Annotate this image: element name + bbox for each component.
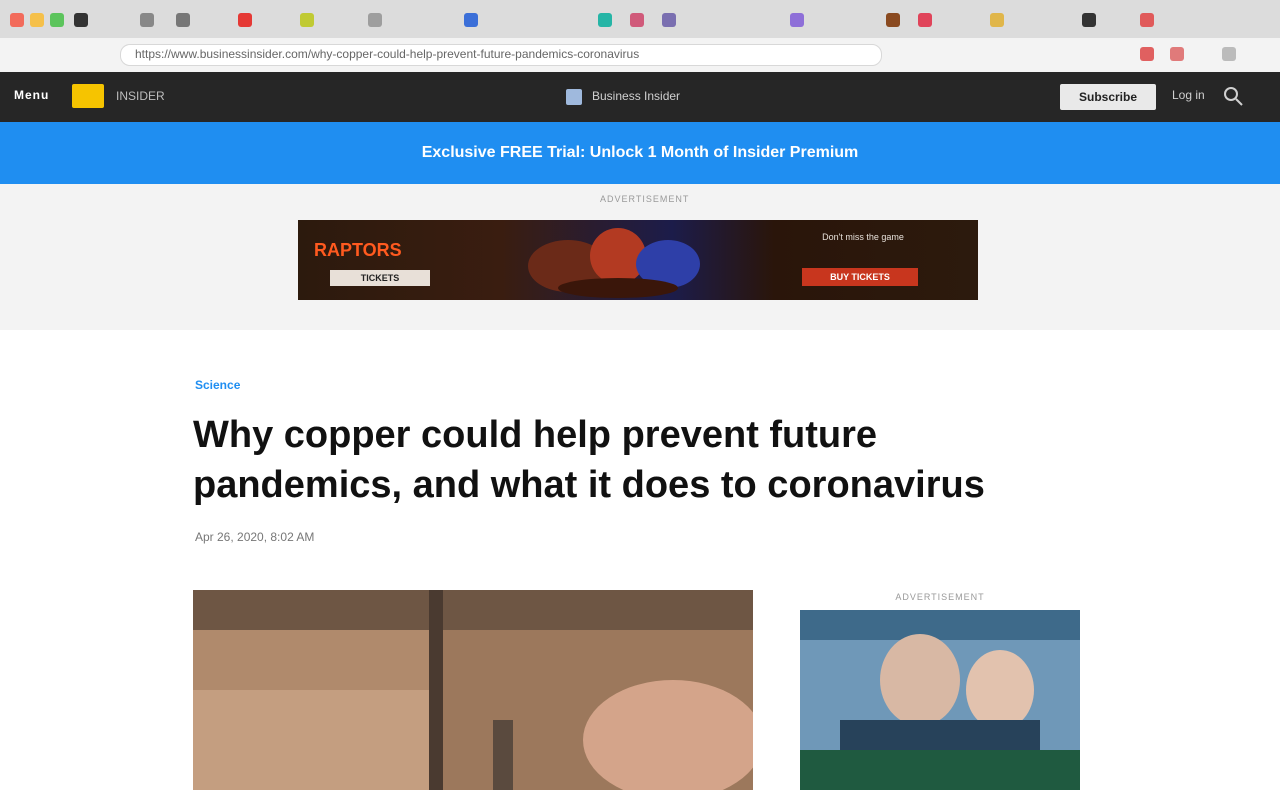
tab-favicon-icon[interactable] — [598, 13, 612, 27]
extension-icon[interactable] — [1170, 47, 1184, 61]
side-ad-label: ADVERTISEMENT — [895, 592, 985, 602]
article-hero-image — [193, 590, 753, 790]
close-window-icon[interactable] — [10, 13, 24, 27]
minimize-window-icon[interactable] — [30, 13, 44, 27]
ad-title: RAPTORS — [314, 240, 402, 260]
menu-button[interactable]: Menu — [14, 88, 49, 102]
tab-favicon-icon[interactable] — [140, 13, 154, 27]
promo-banner[interactable]: Exclusive FREE Trial: Unlock 1 Month of … — [0, 122, 1280, 184]
tab-favicon-icon[interactable] — [662, 13, 676, 27]
profile-icon[interactable] — [1222, 47, 1236, 61]
promo-text: Exclusive FREE Trial: Unlock 1 Month of … — [421, 144, 859, 161]
site-nav-bar: Menu INSIDER Business Insider Subscribe … — [0, 72, 1280, 122]
side-ad-image[interactable] — [800, 610, 1080, 790]
ad-label: ADVERTISEMENT — [600, 194, 690, 204]
tab-favicon-icon[interactable] — [74, 13, 88, 27]
tab-favicon-icon[interactable] — [790, 13, 804, 27]
maximize-window-icon[interactable] — [50, 13, 64, 27]
site-logo-icon[interactable] — [72, 84, 104, 108]
browser-address-bar: https://www.businessinsider.com/why-copp… — [0, 38, 1280, 73]
article-dateline: Apr 26, 2020, 8:02 AM — [195, 530, 315, 544]
tab-favicon-icon[interactable] — [630, 13, 644, 27]
tab-favicon-icon[interactable] — [918, 13, 932, 27]
extension-icon[interactable] — [1140, 47, 1154, 61]
search-icon[interactable] — [1222, 85, 1244, 107]
browser-tab-strip — [0, 0, 1280, 38]
tab-favicon-icon[interactable] — [368, 13, 382, 27]
tab-favicon-icon[interactable] — [176, 13, 190, 27]
ad-cta-button[interactable]: BUY TICKETS — [802, 268, 918, 286]
tab-favicon-icon[interactable] — [464, 13, 478, 27]
tab-favicon-icon[interactable] — [990, 13, 1004, 27]
url-input[interactable]: https://www.businessinsider.com/why-copp… — [120, 44, 882, 66]
ad-left-button[interactable]: TICKETS — [330, 270, 430, 286]
subscribe-button[interactable]: Subscribe — [1060, 84, 1156, 110]
article-category-link[interactable]: Science — [195, 378, 240, 392]
section-link[interactable]: INSIDER — [116, 89, 165, 103]
tab-favicon-icon[interactable] — [238, 13, 252, 27]
ad-tagline: Don't miss the game — [822, 232, 904, 242]
brand-name: Business Insider — [592, 89, 681, 103]
article-headline: Why copper could help prevent future pan… — [193, 414, 985, 506]
ad-players-image — [528, 228, 700, 298]
tab-favicon-icon[interactable] — [300, 13, 314, 27]
tab-favicon-icon[interactable] — [1082, 13, 1096, 27]
ad-banner[interactable]: RAPTORS TICKETS Don't miss the game BUY … — [298, 220, 978, 300]
login-link[interactable]: Log in — [1172, 88, 1205, 102]
brand-logo-icon — [566, 89, 582, 105]
tab-favicon-icon[interactable] — [1140, 13, 1154, 27]
ad-container: ADVERTISEMENT RAPTORS TICKETS Don't miss… — [0, 184, 1280, 330]
tab-favicon-icon[interactable] — [886, 13, 900, 27]
url-text: https://www.businessinsider.com/why-copp… — [135, 47, 640, 61]
